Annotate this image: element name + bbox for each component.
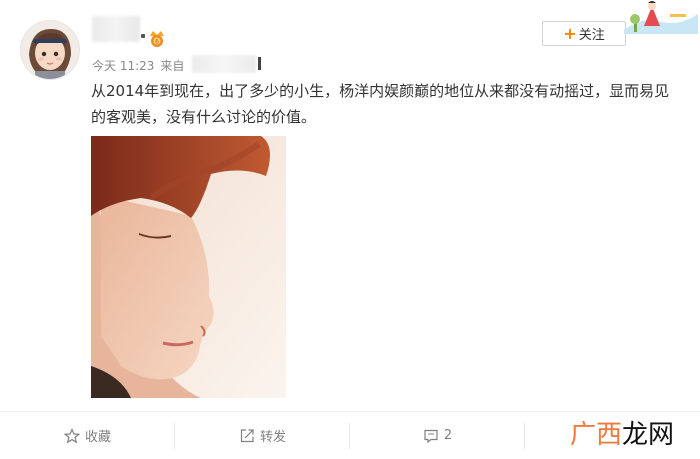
repost-icon [240, 428, 254, 442]
follow-button[interactable]: + 关注 [542, 21, 626, 46]
weibo-post-card: 6 今天 11:23 来自 + 关注 从2014年到现在，出了多少的小生，杨洋内娱… [0, 0, 700, 459]
repost-button[interactable]: 转发 [175, 412, 350, 459]
comment-button[interactable]: 2 [350, 412, 525, 459]
site-watermark: 广西龙网 [570, 414, 674, 451]
watermark-part1: 广西 [570, 420, 623, 450]
post-time[interactable]: 今天 11:23 [92, 59, 154, 73]
username-redacted[interactable] [92, 16, 140, 42]
follow-label: 关注 [578, 28, 605, 43]
source-fragment [258, 57, 261, 70]
post-image[interactable] [91, 136, 286, 398]
plus-icon: + [563, 23, 577, 43]
source-redacted[interactable] [192, 55, 256, 73]
post-meta: 今天 11:23 来自 [92, 57, 184, 74]
comment-count: 2 [443, 428, 453, 443]
watermark-part2: 龙网 [622, 420, 675, 450]
comment-icon [424, 429, 438, 443]
svg-text:6: 6 [155, 39, 159, 46]
favorite-button[interactable]: 收藏 [0, 412, 175, 459]
avatar[interactable] [20, 20, 80, 80]
username-fragment [141, 34, 145, 38]
vip-badge-icon[interactable]: 6 [146, 28, 168, 48]
avatar-illustration [21, 21, 79, 79]
repost-label: 转发 [259, 430, 286, 445]
corner-decoration-icon [624, 1, 698, 34]
portrait-photo [91, 136, 286, 398]
favorite-label: 收藏 [84, 430, 111, 445]
star-icon [63, 427, 80, 443]
source-prefix: 来自 [160, 59, 185, 73]
post-text: 从2014年到现在，出了多少的小生，杨洋内娱颜巅的地位从来都没有动摇过，显而易见… [91, 82, 670, 126]
